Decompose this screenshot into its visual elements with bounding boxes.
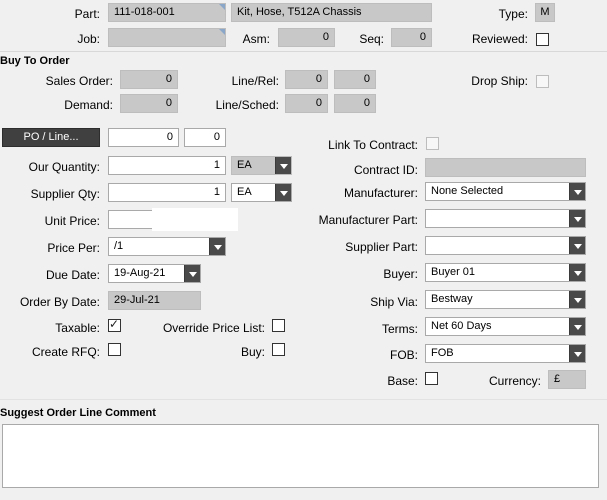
order-by-date-field[interactable]: 29-Jul-21 (108, 291, 201, 310)
base-checkbox[interactable] (425, 372, 438, 385)
seq-field[interactable]: 0 (391, 28, 432, 47)
manufacturer-select[interactable]: None Selected (425, 182, 586, 201)
fob-select[interactable]: FOB (425, 344, 586, 363)
asm-field[interactable]: 0 (278, 28, 335, 47)
drop-ship-label: Drop Ship: (471, 74, 528, 88)
demand-label: Demand: (64, 98, 113, 112)
manufacturer-label: Manufacturer: (343, 186, 418, 200)
reviewed-checkbox[interactable] (536, 33, 549, 46)
chevron-down-icon[interactable] (209, 238, 225, 255)
buy-checkbox[interactable] (272, 343, 285, 356)
unit-price-overlay (152, 208, 238, 231)
chevron-down-icon[interactable] (569, 264, 585, 281)
our-quantity-uom-select[interactable]: EA (231, 156, 292, 175)
part-field[interactable]: 111-018-001 (108, 3, 226, 22)
chevron-down-icon[interactable] (569, 237, 585, 254)
calendar-dropdown-icon[interactable] (184, 265, 200, 282)
part-description-field[interactable]: Kit, Hose, T512A Chassis (231, 3, 432, 22)
po-number-field[interactable]: 0 (108, 128, 179, 147)
line-field[interactable]: 0 (285, 70, 328, 89)
buyer-select[interactable]: Buyer 01 (425, 263, 586, 282)
create-rfq-label: Create RFQ: (31, 345, 100, 359)
line2-field[interactable]: 0 (285, 94, 328, 113)
po-line-field[interactable]: 0 (184, 128, 226, 147)
currency-field[interactable]: £ (548, 370, 586, 389)
manufacturer-part-label: Manufacturer Part: (318, 213, 418, 227)
buy-label: Buy: (240, 345, 265, 359)
chevron-down-icon[interactable] (569, 291, 585, 308)
chevron-down-icon[interactable] (569, 183, 585, 200)
taxable-checkbox[interactable]: ✓ (108, 317, 121, 332)
base-label: Base: (387, 374, 418, 388)
reviewed-label: Reviewed: (471, 32, 528, 46)
supplier-qty-uom-select[interactable]: EA (231, 183, 292, 202)
link-to-contract-label: Link To Contract: (328, 138, 418, 152)
our-quantity-field[interactable]: 1 (108, 156, 226, 175)
asm-label: Asm: (242, 32, 270, 46)
chevron-down-icon[interactable] (275, 184, 291, 201)
supplier-qty-uom-value: EA (237, 186, 252, 198)
line-sched-label: Line/Sched: (215, 98, 279, 112)
fob-label: FOB: (389, 348, 418, 362)
override-price-list-label: Override Price List: (162, 321, 265, 335)
ship-via-value: Bestway (431, 293, 473, 305)
buyer-label: Buyer: (383, 267, 418, 281)
terms-value: Net 60 Days (431, 320, 492, 332)
order-by-date-label: Order By Date: (19, 295, 100, 309)
buyer-value: Buyer 01 (431, 266, 476, 278)
supplier-part-select[interactable] (425, 236, 586, 255)
comment-textarea[interactable] (2, 424, 599, 488)
link-to-contract-checkbox[interactable] (426, 137, 439, 150)
po-line-button[interactable]: PO / Line... (2, 128, 100, 147)
type-label: Type: (498, 7, 528, 21)
due-date-picker[interactable]: 19-Aug-21 (108, 264, 201, 283)
checkmark-icon: ✓ (109, 317, 120, 331)
price-per-value: /1 (114, 240, 124, 252)
sales-order-label: Sales Order: (45, 74, 113, 88)
manufacturer-part-select[interactable] (425, 209, 586, 228)
job-field[interactable] (108, 28, 226, 47)
taxable-label: Taxable: (55, 321, 100, 335)
drop-ship-checkbox[interactable] (536, 75, 549, 88)
rel-field[interactable]: 0 (334, 70, 376, 89)
ship-via-label: Ship Via: (370, 295, 418, 309)
seq-label: Seq: (359, 32, 384, 46)
override-price-list-checkbox[interactable] (272, 319, 285, 332)
contract-id-field[interactable] (425, 158, 586, 177)
price-per-label: Price Per: (47, 241, 100, 255)
type-field[interactable]: M (535, 3, 555, 22)
line-rel-label: Line/Rel: (231, 74, 279, 88)
chevron-down-icon[interactable] (569, 318, 585, 335)
comment-title: Suggest Order Line Comment (0, 407, 156, 419)
our-quantity-label: Our Quantity: (28, 160, 100, 174)
terms-select[interactable]: Net 60 Days (425, 317, 586, 336)
sales-order-field[interactable]: 0 (120, 70, 178, 89)
chevron-down-icon[interactable] (569, 345, 585, 362)
ship-via-select[interactable]: Bestway (425, 290, 586, 309)
contract-id-label: Contract ID: (353, 163, 418, 177)
unit-price-label: Unit Price: (44, 214, 100, 228)
supplier-part-label: Supplier Part: (345, 240, 418, 254)
currency-label: Currency: (488, 374, 541, 388)
price-per-select[interactable]: /1 (108, 237, 226, 256)
buy-to-order-title: Buy To Order (0, 55, 70, 67)
create-rfq-checkbox[interactable] (108, 343, 121, 356)
manufacturer-value: None Selected (431, 185, 504, 197)
job-label: Job: (77, 32, 100, 46)
our-quantity-uom-value: EA (237, 159, 252, 171)
part-label: Part: (74, 7, 100, 21)
demand-field[interactable]: 0 (120, 94, 178, 113)
sched-field[interactable]: 0 (334, 94, 376, 113)
chevron-down-icon[interactable] (275, 157, 291, 174)
due-date-label: Due Date: (45, 268, 100, 282)
terms-label: Terms: (382, 322, 418, 336)
supplier-qty-field[interactable]: 1 (108, 183, 226, 202)
supplier-qty-label: Supplier Qty: (30, 187, 100, 201)
due-date-value: 19-Aug-21 (114, 267, 166, 279)
fob-value: FOB (431, 347, 454, 359)
chevron-down-icon[interactable] (569, 210, 585, 227)
